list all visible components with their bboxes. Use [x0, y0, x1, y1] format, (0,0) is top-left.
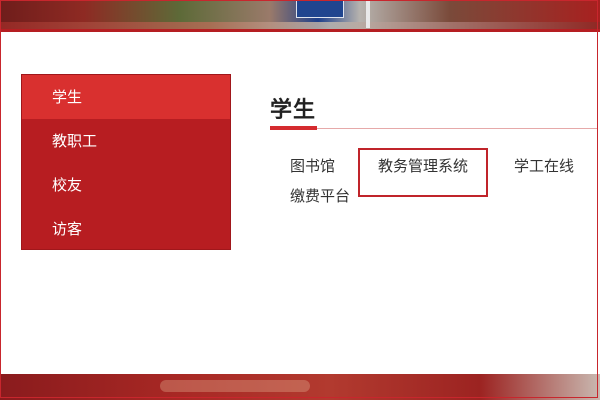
title-divider: [270, 128, 598, 129]
bottom-banner-photo: [0, 374, 600, 400]
top-banner-photo: [0, 0, 600, 32]
sidebar-item-visitor[interactable]: 访客: [22, 207, 230, 251]
link-student-affairs[interactable]: 学工在线: [514, 155, 574, 176]
sidebar-item-student[interactable]: 学生: [22, 75, 230, 119]
link-payment-platform[interactable]: 缴费平台: [290, 185, 350, 206]
sidebar-item-staff[interactable]: 教职工: [22, 119, 230, 163]
banner-post: [366, 0, 370, 28]
bottom-banner-glow: [160, 380, 310, 392]
link-library[interactable]: 图书馆: [290, 155, 335, 176]
sidebar: 学生 教职工 校友 访客: [21, 74, 231, 250]
highlight-box: [358, 148, 488, 197]
page-title: 学生: [270, 98, 317, 123]
sidebar-item-alumni[interactable]: 校友: [22, 163, 230, 207]
title-underline: [270, 126, 317, 130]
banner-edge: [0, 29, 600, 32]
banner-sign: [296, 0, 344, 18]
